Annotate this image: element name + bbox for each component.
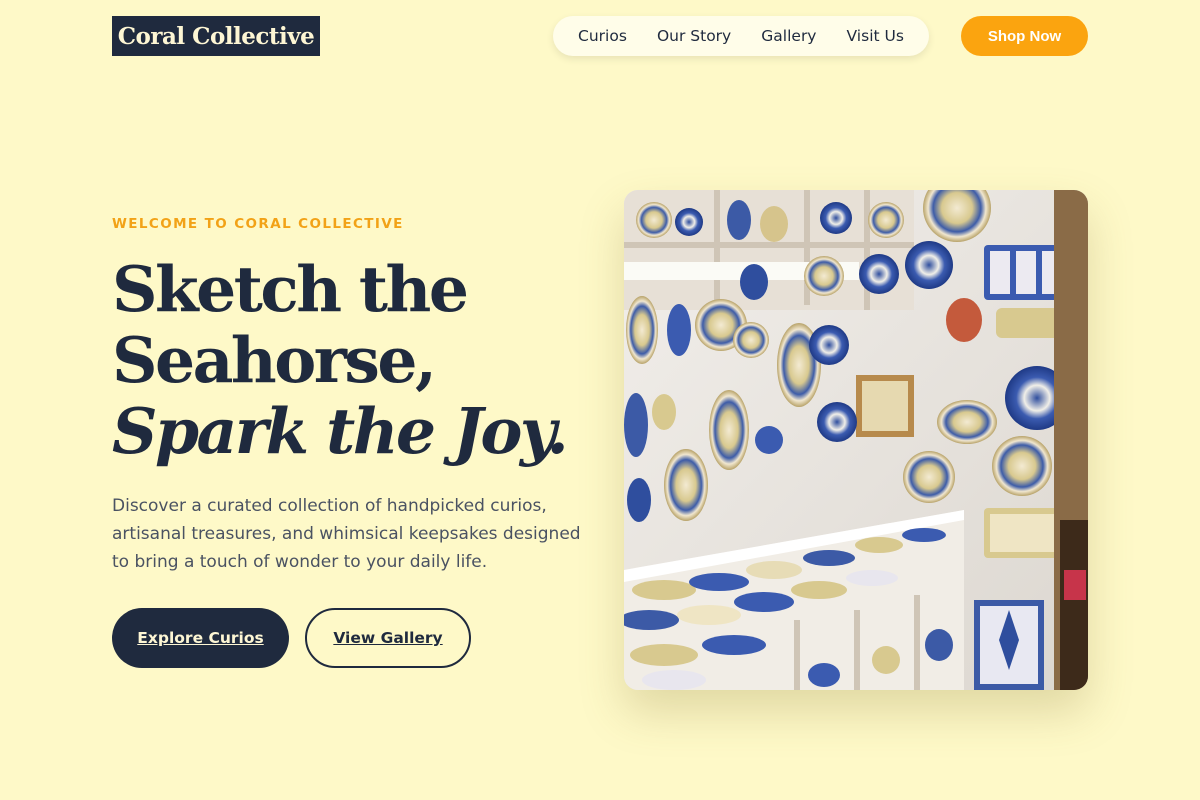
brand-logo[interactable]: Coral Collective	[112, 16, 320, 56]
hero-headline: Sketch the Seahorse, Spark the Joy.	[112, 254, 592, 467]
hero-image	[624, 190, 1088, 690]
shop-now-button[interactable]: Shop Now	[961, 16, 1088, 56]
main-nav: Curios Our Story Gallery Visit Us	[553, 16, 929, 56]
nav-link-our-story[interactable]: Our Story	[657, 27, 731, 45]
explore-curios-button[interactable]: Explore Curios	[112, 608, 289, 668]
headline-line-2: Seahorse,	[112, 323, 437, 397]
headline-line-3: Spark the Joy.	[112, 394, 569, 468]
view-gallery-button[interactable]: View Gallery	[305, 608, 471, 668]
hero-eyebrow: WELCOME TO CORAL COLLECTIVE	[112, 216, 404, 232]
ceramic-shop-illustration	[624, 190, 1088, 690]
hero-description: Discover a curated collection of handpic…	[112, 496, 581, 572]
nav-link-curios[interactable]: Curios	[578, 27, 627, 45]
nav-link-visit-us[interactable]: Visit Us	[847, 27, 904, 45]
nav-link-gallery[interactable]: Gallery	[761, 27, 816, 45]
headline-line-1: Sketch the	[112, 252, 469, 326]
